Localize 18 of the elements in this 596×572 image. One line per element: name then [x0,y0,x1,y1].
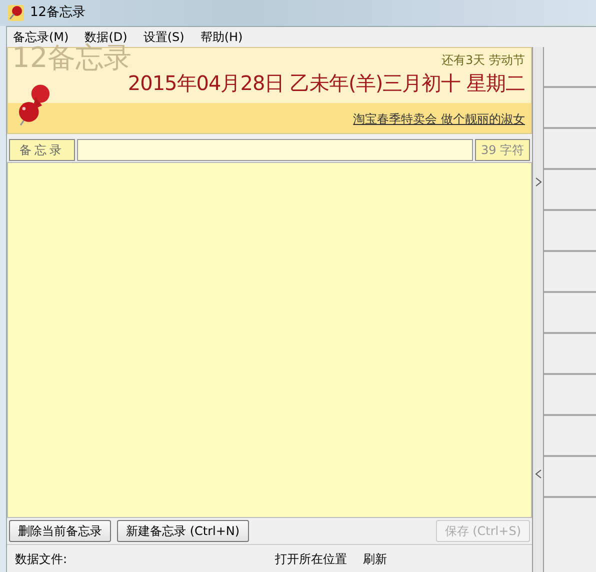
refresh-link[interactable]: 刷新 [363,550,387,568]
open-location-link[interactable]: 打开所在位置 [275,550,347,568]
chevron-left-icon [535,469,542,479]
date-text: 2015年04月28日 乙未年(羊)三月初十 星期二 [128,71,525,97]
ad-link[interactable]: 淘宝春季特卖会 做个靓丽的淑女 [353,110,525,128]
memo-label: 备忘录 [9,139,75,161]
app-icon [8,5,24,21]
menu-item[interactable]: 帮助(H) [200,28,243,46]
holiday-countdown: 还有3天 劳动节 [442,52,525,69]
chevron-right-icon [535,177,542,187]
data-file-label: 数据文件: [15,550,68,568]
splitter-bar[interactable] [532,47,544,572]
delete-button[interactable]: 删除当前备忘录 [9,520,111,542]
window-title: 12备忘录 [30,4,86,22]
title-field[interactable] [77,139,473,161]
char-count: 39 字符 [475,139,530,161]
menu-item[interactable]: 设置(S) [143,28,184,46]
new-memo-button[interactable]: 新建备忘录 (Ctrl+N) [117,520,249,542]
